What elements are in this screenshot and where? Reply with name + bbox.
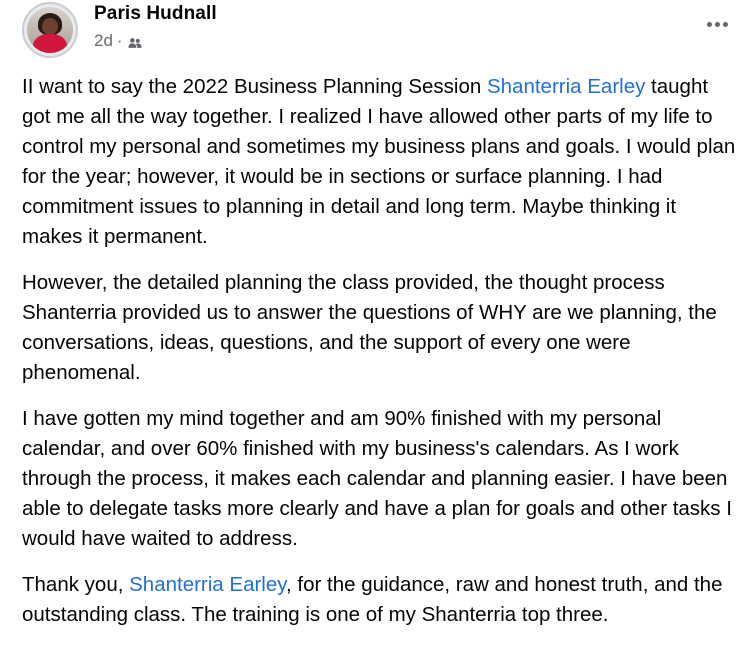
paragraph-1: II want to say the 2022 Business Plannin…: [22, 72, 738, 252]
post-header: Paris Hudnall 2d ·: [22, 0, 217, 62]
avatar-photo: [27, 7, 73, 53]
avatar-face: [42, 18, 58, 35]
post-timestamp[interactable]: 2d: [94, 30, 113, 52]
avatar[interactable]: [22, 2, 78, 58]
paragraph-4-text-a: Thank you,: [22, 573, 130, 596]
friends-icon[interactable]: [128, 34, 142, 48]
more-options-dot: [722, 21, 728, 27]
post-body: II want to say the 2022 Business Plannin…: [22, 72, 738, 646]
paragraph-1-text-b: taught got me all the way together. I re…: [22, 75, 736, 248]
more-options-button[interactable]: [701, 14, 733, 34]
header-text: Paris Hudnall 2d ·: [94, 1, 217, 52]
paragraph-3: I have gotten my mind together and am 90…: [22, 407, 732, 550]
paragraph-4: Thank you, Shanterria Earley, for the gu…: [22, 570, 738, 630]
avatar-body: [33, 34, 67, 53]
post-meta: 2d ·: [94, 30, 217, 52]
mention-link[interactable]: Shanterria Earley: [487, 75, 645, 98]
post-card: Paris Hudnall 2d · II want to say the 20…: [0, 0, 749, 653]
paragraph-2: However, the detailed planning the class…: [22, 271, 717, 384]
more-options-dot: [714, 21, 720, 27]
more-options-icon: [706, 21, 712, 27]
mention-link[interactable]: Shanterria Earley: [129, 573, 286, 596]
meta-separator: ·: [116, 31, 123, 50]
paragraph-1-text-a: II want to say the 2022 Business Plannin…: [22, 75, 487, 98]
author-name[interactable]: Paris Hudnall: [94, 1, 217, 27]
